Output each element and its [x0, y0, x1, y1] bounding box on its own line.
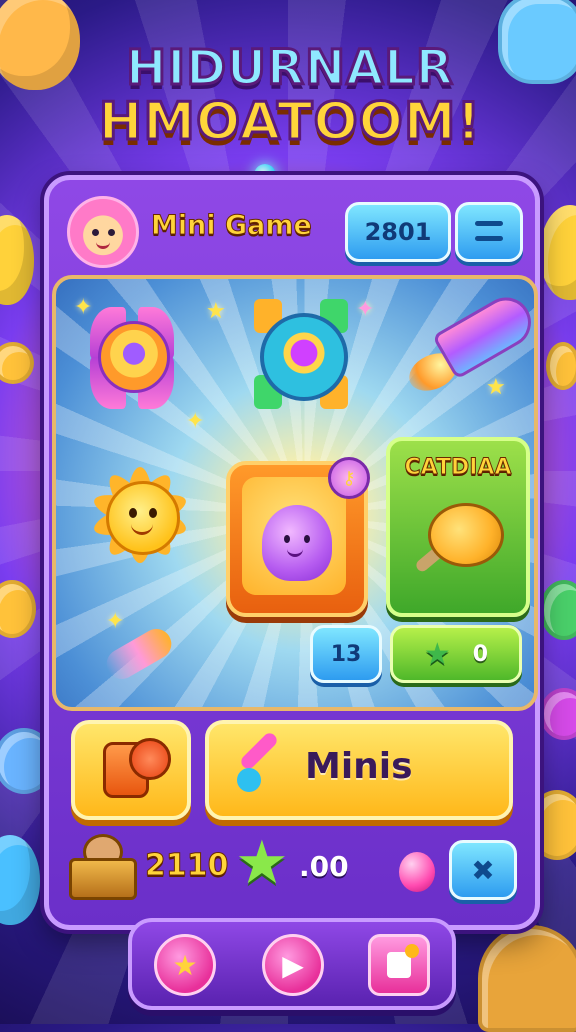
notification-dot [405, 944, 419, 958]
rocket-gem-icon[interactable] [90, 307, 174, 409]
coin-left-2 [0, 580, 36, 638]
nav-play-button[interactable]: ▶ [262, 934, 324, 996]
sparkle-icon: ✦ [186, 409, 205, 434]
tile-inner [242, 477, 346, 595]
blob-icon [262, 505, 332, 581]
paint-dot [237, 768, 261, 792]
coin-right-pink [540, 688, 576, 740]
avatar-icon[interactable] [67, 196, 139, 268]
balloon-blue-left [0, 835, 40, 925]
panel-header: Mini Game 2801 [67, 194, 523, 268]
avatar-eye-right [108, 229, 115, 236]
sun-eye [129, 508, 137, 518]
sparkle-icon: ★ [206, 299, 226, 324]
logo-line-1: HIDURNALR [125, 39, 455, 98]
chest-icon [69, 832, 137, 900]
rocket-icon[interactable] [403, 288, 534, 399]
sun-smile [131, 522, 153, 535]
balloon-yellow-left [0, 215, 34, 305]
menu-button[interactable] [455, 202, 523, 262]
selected-tile[interactable]: ⚷ [226, 457, 370, 617]
paint-stroke [238, 730, 280, 772]
coin-count: 2110 [145, 848, 229, 884]
minis-button-label: Minis [305, 746, 413, 787]
sun-eye [149, 508, 157, 518]
ufo-core [260, 313, 348, 401]
star-count: .00 [299, 850, 349, 883]
rocket-gem-body [98, 321, 170, 393]
drum-right [478, 925, 576, 1032]
bottom-nav: ★ ▶ [128, 918, 456, 1010]
blob-eye [284, 535, 290, 543]
logo-line-2: HMOATOOM! [97, 91, 482, 154]
doc-icon [387, 944, 419, 978]
coin-right [546, 342, 576, 390]
balloon-yellow-right [540, 205, 576, 300]
card-title: CATDIAA [404, 455, 512, 481]
level-pill[interactable]: 13 [310, 625, 382, 683]
green-star-icon: ★ [423, 636, 451, 672]
reward-card[interactable]: CATDIAA [386, 437, 530, 617]
glove-button[interactable] [71, 720, 191, 820]
avatar-mouth [96, 239, 110, 249]
minis-button[interactable]: Minis [205, 720, 513, 820]
fish-icon [428, 503, 504, 567]
paint-icon [231, 730, 283, 796]
chest-box [69, 858, 137, 900]
nav-star-button[interactable]: ★ [154, 934, 216, 996]
sparkle-icon: ✦ [356, 297, 375, 322]
blob-eye [304, 535, 310, 543]
score-display: 2801 [345, 202, 451, 262]
key-icon: ⚷ [328, 457, 370, 499]
game-board: ✦ ★ ✦ ✦ ★ ✦ ⚷ CATDIAA 13 ★ 0 [52, 275, 538, 711]
glove-fist-icon [129, 738, 171, 780]
main-panel: Mini Game 2801 ✦ ★ ✦ ✦ ★ ✦ ⚷ CATDIAA 13 … [44, 175, 540, 930]
nav-doc-button[interactable] [368, 934, 430, 996]
tool-button[interactable]: ✖ [449, 840, 517, 900]
green-counter-value: 0 [472, 641, 489, 667]
sun-face [106, 481, 180, 555]
coin-left [0, 342, 34, 384]
pink-gem-icon [399, 852, 435, 892]
ufo-gem-icon[interactable] [246, 299, 356, 409]
green-counter-pill[interactable]: ★ 0 [390, 625, 522, 683]
avatar-eye-left [92, 229, 99, 236]
game-logo: HIDURNALR HMOATOOM! [40, 39, 540, 170]
sparkle-icon: ✦ [106, 609, 125, 634]
coin-right-green [540, 580, 576, 640]
menu-icon-bar-2 [475, 236, 503, 241]
menu-icon-bar-1 [475, 221, 503, 226]
blob-smile [287, 547, 303, 557]
sun-icon[interactable] [90, 467, 190, 563]
star-icon: ★ [235, 828, 289, 898]
game-title: Mini Game [151, 210, 313, 242]
